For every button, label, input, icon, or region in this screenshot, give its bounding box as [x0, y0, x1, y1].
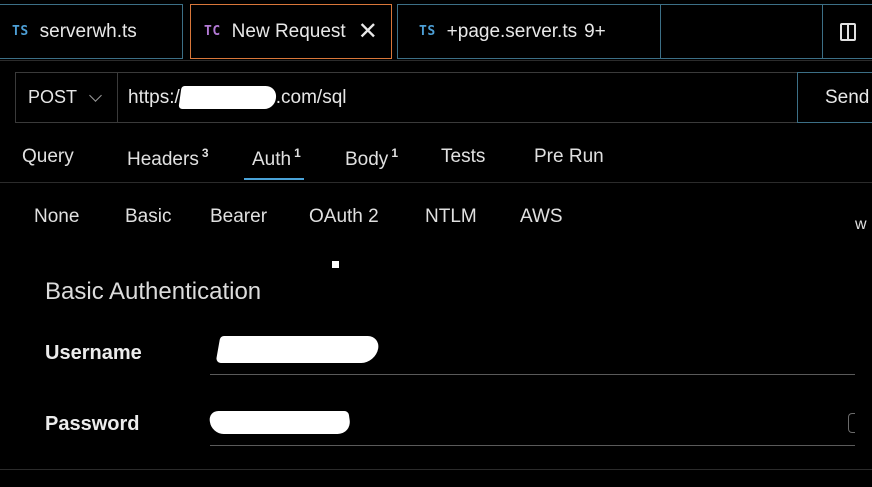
- auth-type-none[interactable]: None: [34, 206, 79, 228]
- tab-label: serverwh.ts: [39, 20, 137, 42]
- redacted-host: [178, 86, 278, 109]
- split-editor-button[interactable]: [822, 4, 872, 59]
- layout-split-icon: [840, 22, 856, 41]
- tab-pre-run-label: Pre Run: [534, 146, 604, 167]
- tab-page-server-ts[interactable]: TS +page.server.ts 9+: [397, 4, 661, 59]
- ts-file-icon: TS: [12, 24, 29, 39]
- url-prefix: https:/: [128, 86, 180, 108]
- tab-pre-run[interactable]: Pre Run: [534, 146, 604, 180]
- tab-headers[interactable]: Headers 3: [127, 146, 209, 180]
- send-button[interactable]: Send: [797, 72, 872, 123]
- request-tabs: Query Headers 3 Auth 1 Body 1 Tests Pre Run: [0, 136, 872, 183]
- auth-type-list: None Basic Bearer OAuth 2 NTLM AWS: [0, 196, 872, 236]
- tab-body-label: Body: [345, 149, 389, 170]
- tab-strip-empty-area: [660, 4, 823, 59]
- url-suffix: .com/sql: [275, 86, 347, 108]
- tab-body[interactable]: Body 1: [345, 146, 398, 180]
- auth-type-ntlm[interactable]: NTLM: [425, 206, 477, 228]
- divider: [0, 469, 872, 470]
- tab-tests[interactable]: Tests: [441, 146, 485, 180]
- tab-headers-label: Headers: [127, 149, 199, 170]
- tab-label: +page.server.ts: [446, 20, 578, 42]
- tab-new-request[interactable]: TC New Request ✕: [190, 4, 392, 59]
- close-icon[interactable]: ✕: [358, 19, 378, 44]
- tab-query-label: Query: [22, 146, 74, 167]
- indicator-dot: [332, 261, 339, 268]
- problem-count-badge: 9+: [584, 20, 606, 42]
- redacted-password: [208, 411, 352, 434]
- chevron-down-icon: [89, 88, 102, 102]
- username-field[interactable]: [210, 334, 855, 375]
- tab-label: New Request: [231, 20, 346, 42]
- redacted-username: [215, 336, 381, 363]
- auth-type-oauth2[interactable]: OAuth 2: [309, 206, 379, 228]
- tab-serverwh-ts[interactable]: TS serverwh.ts: [0, 4, 183, 59]
- tab-body-count: 1: [391, 146, 398, 160]
- tab-headers-count: 3: [201, 146, 209, 160]
- tab-auth-label: Auth: [252, 149, 292, 170]
- thunder-client-icon: TC: [204, 24, 221, 39]
- tab-tests-label: Tests: [441, 146, 486, 167]
- username-label: Username: [45, 342, 142, 364]
- auth-type-aws[interactable]: AWS: [520, 206, 563, 228]
- auth-type-basic[interactable]: Basic: [125, 206, 171, 228]
- auth-type-bearer[interactable]: Bearer: [210, 206, 267, 228]
- eye-icon[interactable]: [848, 413, 855, 433]
- method-value: POST: [28, 87, 78, 107]
- tab-query[interactable]: Query: [22, 146, 74, 180]
- section-title: Basic Authentication: [45, 278, 262, 305]
- editor-tab-strip: TS serverwh.ts TC New Request ✕ TS +page…: [0, 0, 872, 61]
- send-label: Send: [825, 86, 870, 108]
- auth-extra-truncated: w: [855, 216, 867, 233]
- tab-auth[interactable]: Auth 1: [244, 146, 304, 180]
- url-input[interactable]: https:/ .com/sql: [118, 73, 872, 122]
- ts-file-icon: TS: [419, 24, 436, 39]
- thunder-client-window: TS serverwh.ts TC New Request ✕ TS +page…: [0, 0, 872, 487]
- method-select[interactable]: POST: [16, 73, 118, 122]
- request-url-bar: POST https:/ .com/sql Send: [15, 72, 872, 123]
- password-field[interactable]: [208, 405, 855, 446]
- password-label: Password: [45, 413, 140, 435]
- tab-auth-count: 1: [294, 146, 301, 160]
